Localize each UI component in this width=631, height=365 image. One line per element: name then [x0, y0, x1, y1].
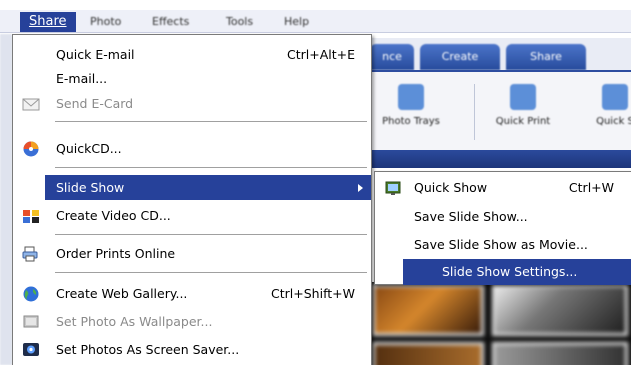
menu-item-slide-show-settings[interactable]: Slide Show Settings...: [403, 259, 631, 285]
menu-item-quick-email[interactable]: Quick E-mail Ctrl+Alt+E: [13, 42, 371, 68]
left-panel-edge: [0, 34, 12, 365]
menu-item-create-web-gallery[interactable]: Create Web Gallery... Ctrl+Shift+W: [13, 281, 371, 307]
menu-item-label: Create Web Gallery...: [56, 286, 188, 301]
tab-share[interactable]: Share: [506, 44, 586, 70]
quick-show-icon: [602, 84, 628, 110]
menu-item-order-prints[interactable]: Order Prints Online: [13, 241, 371, 267]
menu-item-label: Order Prints Online: [56, 246, 176, 261]
photo-trays-icon: [398, 84, 424, 110]
quick-print-button[interactable]: Quick Print: [488, 80, 558, 146]
menu-item-label: Save Slide Show as Movie...: [414, 237, 588, 252]
menu-item-create-video-cd[interactable]: Create Video CD...: [13, 203, 371, 229]
print-order-icon: [22, 246, 40, 262]
photo-thumbnail[interactable]: [492, 284, 628, 336]
menu-item-label: Slide Show: [56, 180, 125, 195]
menu-item-quickcd[interactable]: QuickCD...: [13, 136, 371, 162]
slide-show-submenu: Quick Show Ctrl+W Save Slide Show... Sav…: [374, 171, 631, 285]
menu-item-label: E-mail...: [56, 71, 108, 86]
menu-item-shortcut: Ctrl+W: [568, 180, 614, 195]
menu-photo[interactable]: Photo: [84, 13, 127, 31]
tab-create[interactable]: Create: [420, 44, 500, 70]
screensaver-icon: [22, 342, 40, 358]
quick-show-button[interactable]: Quick S: [580, 80, 631, 146]
photo-trays-label: Photo Trays: [382, 116, 440, 127]
photo-thumbnail[interactable]: [492, 342, 628, 365]
tab-enhance[interactable]: nce: [370, 44, 414, 70]
menu-separator: [55, 272, 367, 273]
cd-icon: [22, 141, 40, 157]
menu-item-label: Send E-Card: [56, 96, 134, 111]
envelope-icon: [22, 96, 40, 112]
photo-trays-button[interactable]: Photo Trays: [376, 80, 446, 146]
printer-icon: [510, 84, 536, 110]
quick-show-label: Quick S: [596, 116, 631, 127]
menu-item-set-screensaver[interactable]: Set Photos As Screen Saver...: [13, 337, 371, 363]
wallpaper-icon: [22, 314, 40, 330]
menu-tools[interactable]: Tools: [220, 13, 259, 31]
menu-item-slide-show[interactable]: Slide Show: [45, 175, 371, 200]
menu-item-label: QuickCD...: [56, 141, 122, 156]
menu-item-send-ecard[interactable]: Send E-Card: [13, 91, 371, 117]
menu-item-label: Set Photo As Wallpaper...: [56, 314, 213, 329]
share-toolbar: Photo Trays Quick Print Quick S: [370, 70, 631, 150]
menu-item-shortcut: Ctrl+Alt+E: [286, 47, 355, 62]
menu-item-set-wallpaper[interactable]: Set Photo As Wallpaper...: [13, 309, 371, 335]
menu-item-label: Set Photos As Screen Saver...: [56, 342, 240, 357]
photo-thumbnail[interactable]: [372, 342, 484, 365]
share-menu: Quick E-mail Ctrl+Alt+E E-mail... Send E…: [12, 34, 372, 365]
section-header-bar: [370, 150, 631, 168]
menu-item-label: Create Video CD...: [56, 208, 171, 223]
menu-item-save-slide-show-as-movie[interactable]: Save Slide Show as Movie...: [375, 232, 630, 258]
submenu-arrow-icon: [358, 184, 363, 192]
menu-separator: [55, 167, 367, 168]
menu-item-email[interactable]: E-mail...: [13, 66, 371, 92]
slideshow-icon: [384, 180, 402, 196]
photo-gallery: [370, 282, 631, 365]
menu-separator: [55, 234, 367, 235]
menu-share[interactable]: Share: [20, 12, 76, 32]
menu-bar: Share Photo Effects Tools Help: [0, 10, 631, 33]
menu-item-shortcut: Ctrl+Shift+W: [271, 286, 355, 301]
menu-item-save-slide-show[interactable]: Save Slide Show...: [375, 204, 630, 230]
menu-separator: [55, 121, 367, 122]
toolbar-divider: [474, 84, 475, 140]
film-icon: [22, 208, 40, 224]
menu-item-label: Slide Show Settings...: [442, 264, 578, 279]
menu-item-label: Save Slide Show...: [414, 209, 528, 224]
menu-item-label: Quick E-mail: [56, 47, 135, 62]
menu-help[interactable]: Help: [278, 13, 315, 31]
menu-item-label: Quick Show: [414, 180, 488, 195]
menu-effects[interactable]: Effects: [146, 13, 195, 31]
quick-print-label: Quick Print: [495, 116, 551, 127]
menu-item-quick-show[interactable]: Quick Show Ctrl+W: [375, 175, 630, 201]
globe-icon: [22, 286, 40, 302]
mode-tabs: nce Create Share: [370, 38, 631, 72]
photo-thumbnail[interactable]: [372, 284, 484, 336]
